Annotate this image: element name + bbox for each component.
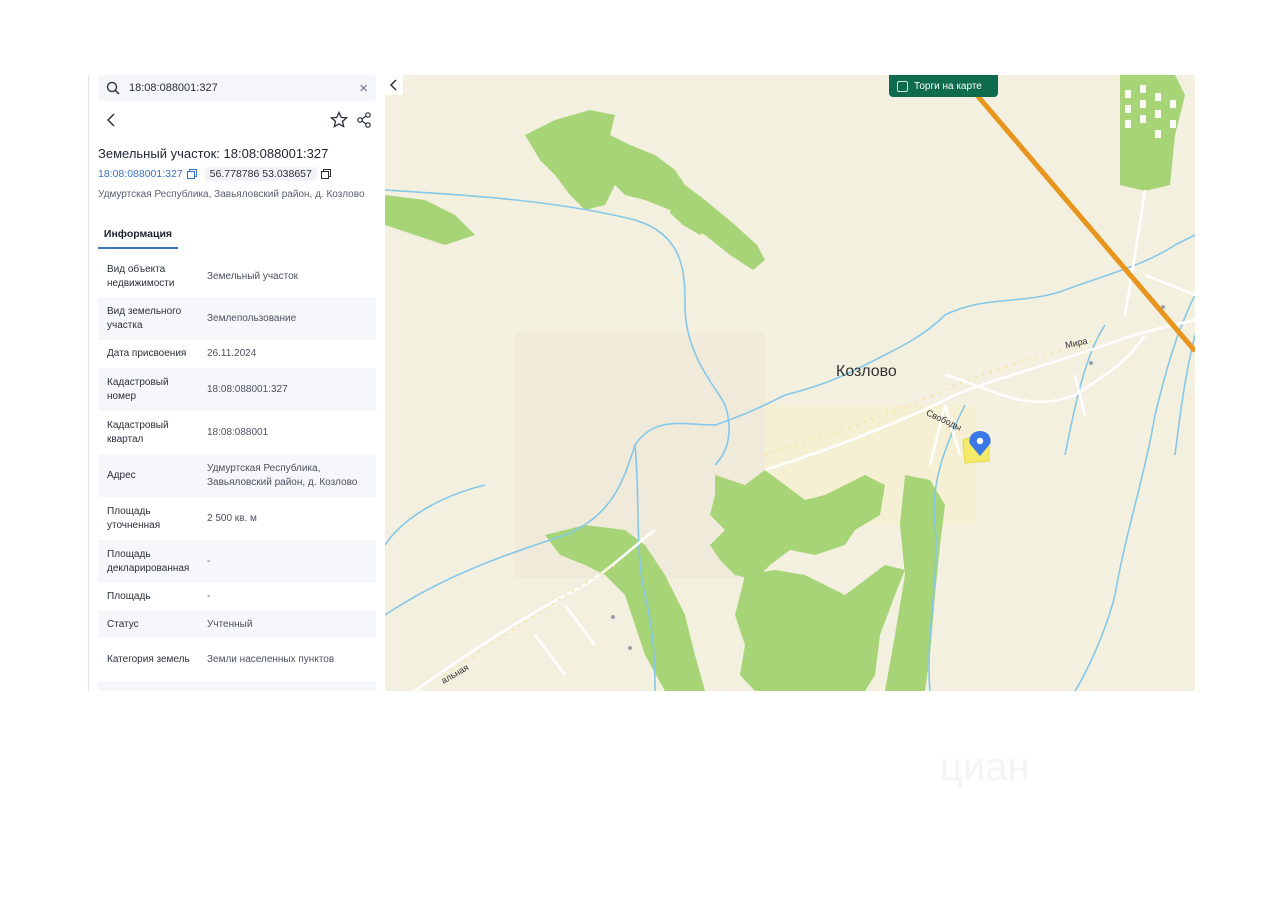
info-key: Категория земель [107, 653, 190, 665]
clear-search-icon[interactable]: × [359, 81, 368, 96]
table-row: Вид земельного участка Землепользование [98, 297, 376, 340]
search-icon [106, 81, 120, 95]
map-canvas[interactable]: Козлово Мира Свободы альная [384, 75, 1195, 691]
info-value: Землепользование [207, 312, 297, 324]
tab-information[interactable]: Информация [98, 223, 178, 249]
info-key: Вид земельного участка [107, 305, 182, 331]
info-value: Учтенный [207, 618, 253, 630]
page-title: Земельный участок: 18:08:088001:327 [98, 146, 329, 161]
table-row: Площадь - [98, 583, 376, 611]
copy-coordinates-icon[interactable] [320, 169, 331, 179]
map-graphics [384, 75, 1195, 691]
table-row: Вид объекта недвижимости Земельный участо… [98, 257, 376, 297]
info-key: Кадастровый квартал [107, 419, 169, 445]
back-button[interactable] [104, 111, 120, 129]
info-key: Кадастровый номер [107, 376, 169, 402]
address-text: Удмуртская Республика, Завьяловский райо… [98, 189, 365, 200]
info-value: - [207, 555, 211, 567]
info-value: Земли населенных пунктов [207, 653, 335, 665]
collapse-panel-button[interactable] [385, 75, 403, 95]
watermark-logo: циан [940, 745, 1030, 789]
info-key: Дата присвоения [107, 348, 187, 359]
info-value: Удмуртская Республика, Завьяловский райо… [207, 462, 358, 488]
table-row: Категория земель Земли населенных пунктов [98, 638, 376, 681]
info-key: Площадь декларированная [107, 548, 190, 574]
torgi-toggle[interactable]: Торги на карте [889, 75, 998, 97]
chevron-left-icon [389, 79, 397, 91]
info-key: Статус [107, 618, 139, 630]
info-key: Площадь уточненная [107, 505, 161, 531]
info-value: 26.11.2024 [207, 348, 257, 359]
village-label: Козлово [836, 363, 897, 380]
copy-icon[interactable] [186, 169, 197, 179]
info-key: Адрес [107, 469, 136, 481]
info-value: Земельный участок [207, 271, 299, 282]
info-value: - [207, 591, 211, 602]
info-value: 2 500 кв. м [207, 512, 257, 524]
table-row: Кадастровый номер 18:08:088001:327 [98, 368, 376, 411]
cadastral-link[interactable]: 18:08:088001:327 [98, 168, 183, 180]
info-value: 18:08:088001:327 [207, 383, 288, 395]
table-row: Площадь уточненная 2 500 кв. м [98, 497, 376, 540]
torgi-label: Торги на карте [914, 80, 982, 92]
search-input[interactable]: 18:08:088001:327 [129, 82, 359, 94]
info-key: Вид объекта недвижимости [107, 264, 175, 289]
share-icon[interactable] [356, 111, 372, 129]
info-value: 18:08:088001 [207, 426, 269, 438]
favorite-star-icon[interactable] [330, 111, 348, 129]
table-row: Кадастровый квартал 18:08:088001 [98, 411, 376, 454]
info-panel: 18:08:088001:327 × Земельный участок: 18… [88, 75, 385, 691]
table-row: Дата присвоения 26.11.2024 [98, 340, 376, 368]
panel-toolbar [98, 109, 376, 133]
table-row: Статус Учтенный [98, 611, 376, 638]
table-row: Адрес Удмуртская Республика, Завьяловский… [98, 454, 376, 497]
app-frame: Козлово Мира Свободы альная Торги на кар… [88, 75, 1195, 691]
coordinates-value[interactable]: 56.778786 53.038657 [204, 167, 317, 181]
info-table: Вид объекта недвижимости Земельный участо… [98, 257, 376, 691]
table-row: Площадь декларированная - [98, 540, 376, 583]
table-row [98, 681, 376, 691]
info-key: Площадь [107, 591, 151, 602]
torgi-checkbox[interactable] [897, 80, 908, 92]
identifier-row: 18:08:088001:327 56.778786 53.038657 [98, 166, 339, 182]
search-bar[interactable]: 18:08:088001:327 × [98, 75, 376, 101]
